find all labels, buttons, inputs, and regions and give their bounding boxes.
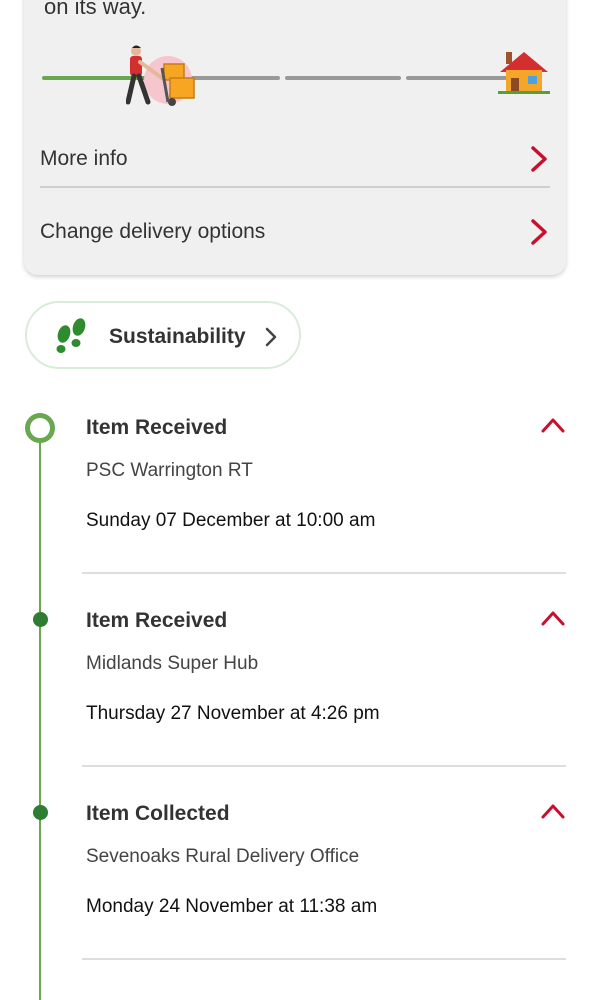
chevron-right-icon (531, 219, 547, 245)
event-title: Item Received (86, 416, 228, 439)
courier-with-boxes-icon (126, 45, 195, 106)
chevron-up-icon[interactable] (540, 802, 566, 820)
event-location: Sevenoaks Rural Delivery Office (86, 846, 360, 867)
change-delivery-options-row[interactable]: Change delivery options (40, 198, 550, 266)
event-divider (82, 765, 566, 767)
event-divider (82, 958, 566, 960)
chevron-right-icon (265, 327, 277, 347)
sustainability-button[interactable]: Sustainability (25, 301, 301, 369)
event-location: Midlands Super Hub (86, 653, 259, 674)
footprints-icon (56, 318, 86, 353)
more-info-row[interactable]: More info (40, 125, 550, 193)
event-location: PSC Warrington RT (86, 460, 253, 481)
timeline-current-marker (25, 413, 55, 443)
event-title: Item Collected (86, 802, 230, 825)
event-title: Item Received (86, 609, 228, 632)
event-datetime: Thursday 27 November at 4:26 pm (86, 703, 380, 724)
event-datetime: Monday 24 November at 11:38 am (86, 896, 378, 917)
event-divider (82, 572, 566, 574)
event-datetime: Sunday 07 December at 10:00 am (86, 510, 376, 531)
tracking-event: Item Received PSC Warrington RT Sunday 0… (86, 416, 566, 531)
chevron-right-icon (531, 146, 547, 172)
tracking-event: Item Collected Sevenoaks Rural Delivery … (86, 802, 566, 917)
timeline-line (39, 427, 41, 1000)
chevron-up-icon[interactable] (540, 609, 566, 627)
progress-segment (285, 76, 401, 80)
card-divider (40, 186, 550, 188)
timeline-marker (33, 612, 48, 627)
chevron-up-icon[interactable] (540, 416, 566, 434)
status-message: on its way. (44, 0, 147, 19)
change-delivery-options-label: Change delivery options (40, 220, 266, 243)
more-info-label: More info (40, 147, 128, 170)
timeline-marker (33, 805, 48, 820)
tracking-page: on its way. More info Change delivery op… (0, 0, 590, 1000)
delivery-progress-bar (42, 44, 552, 106)
sustainability-label: Sustainability (109, 325, 246, 348)
house-icon (498, 52, 550, 94)
tracking-event: Item Received Midlands Super Hub Thursda… (86, 609, 566, 724)
